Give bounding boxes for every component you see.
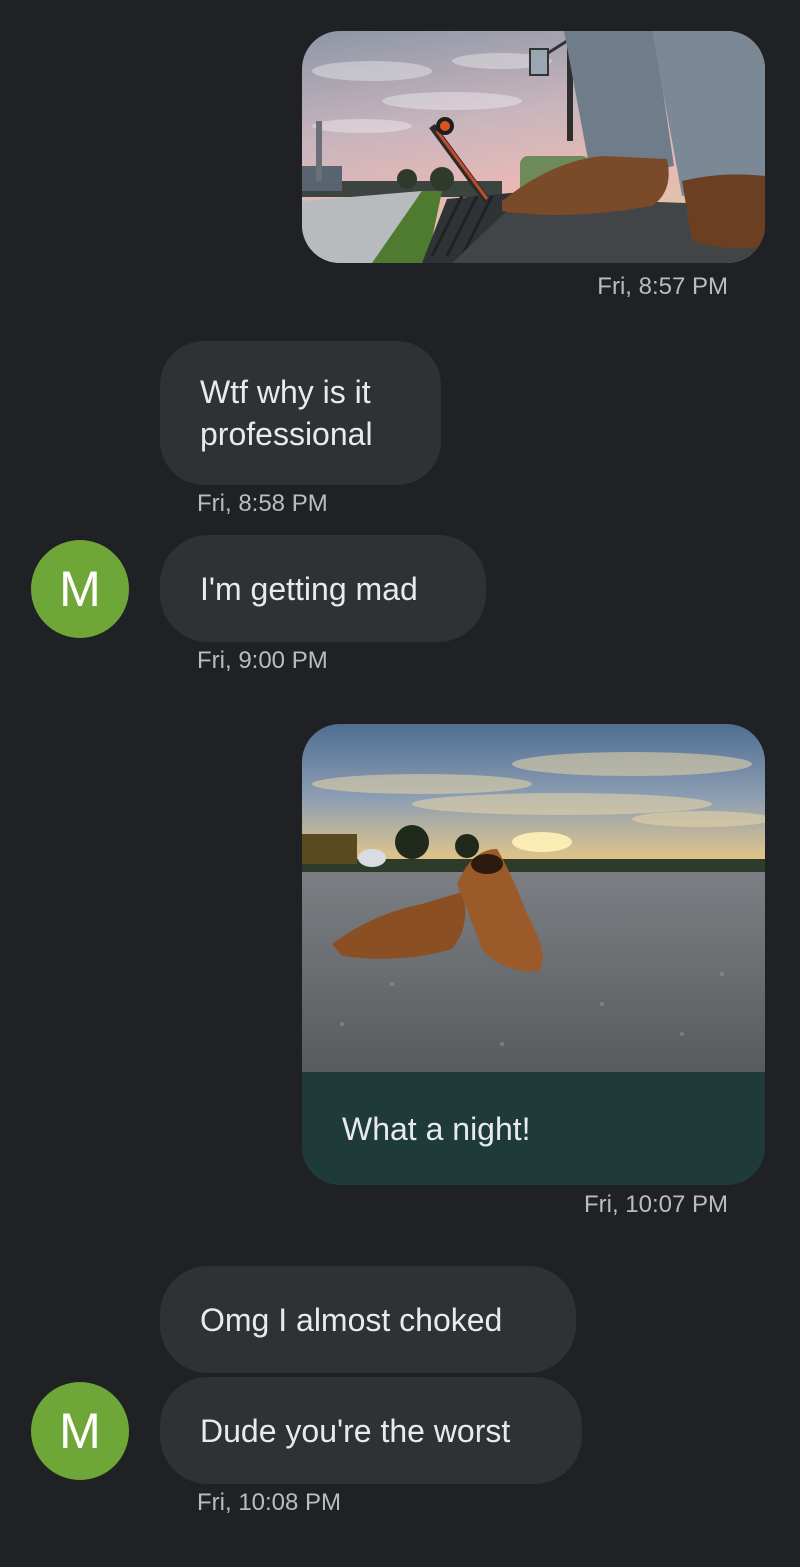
- timestamp: Fri, 8:58 PM: [197, 490, 328, 517]
- message-text: Dude you're the worst: [200, 1412, 511, 1449]
- timestamp: Fri, 9:00 PM: [197, 647, 328, 674]
- caption-text: What a night!: [342, 1110, 531, 1147]
- timestamp: Fri, 8:57 PM: [597, 273, 728, 300]
- image-caption[interactable]: What a night!: [302, 1072, 765, 1185]
- avatar-letter: M: [59, 1403, 101, 1459]
- avatar-letter: M: [59, 561, 101, 617]
- tractor-boots-photo[interactable]: [302, 31, 765, 263]
- message-text: Wtf why is it professional: [200, 374, 373, 452]
- avatar[interactable]: M: [31, 1382, 129, 1480]
- message-bubble[interactable]: I'm getting mad: [160, 535, 486, 642]
- avatar[interactable]: M: [31, 540, 129, 638]
- timestamp: Fri, 10:08 PM: [197, 1489, 342, 1516]
- timestamp: Fri, 10:07 PM: [583, 1191, 728, 1218]
- message-text: Omg I almost choked: [200, 1301, 503, 1338]
- dress-shoes-sunset-photo[interactable]: [302, 724, 765, 1072]
- message-bubble[interactable]: Dude you're the worst: [160, 1377, 582, 1484]
- message-text: I'm getting mad: [200, 570, 418, 607]
- message-bubble[interactable]: Omg I almost choked: [160, 1266, 576, 1373]
- message-bubble[interactable]: Wtf why is it professional: [160, 341, 441, 485]
